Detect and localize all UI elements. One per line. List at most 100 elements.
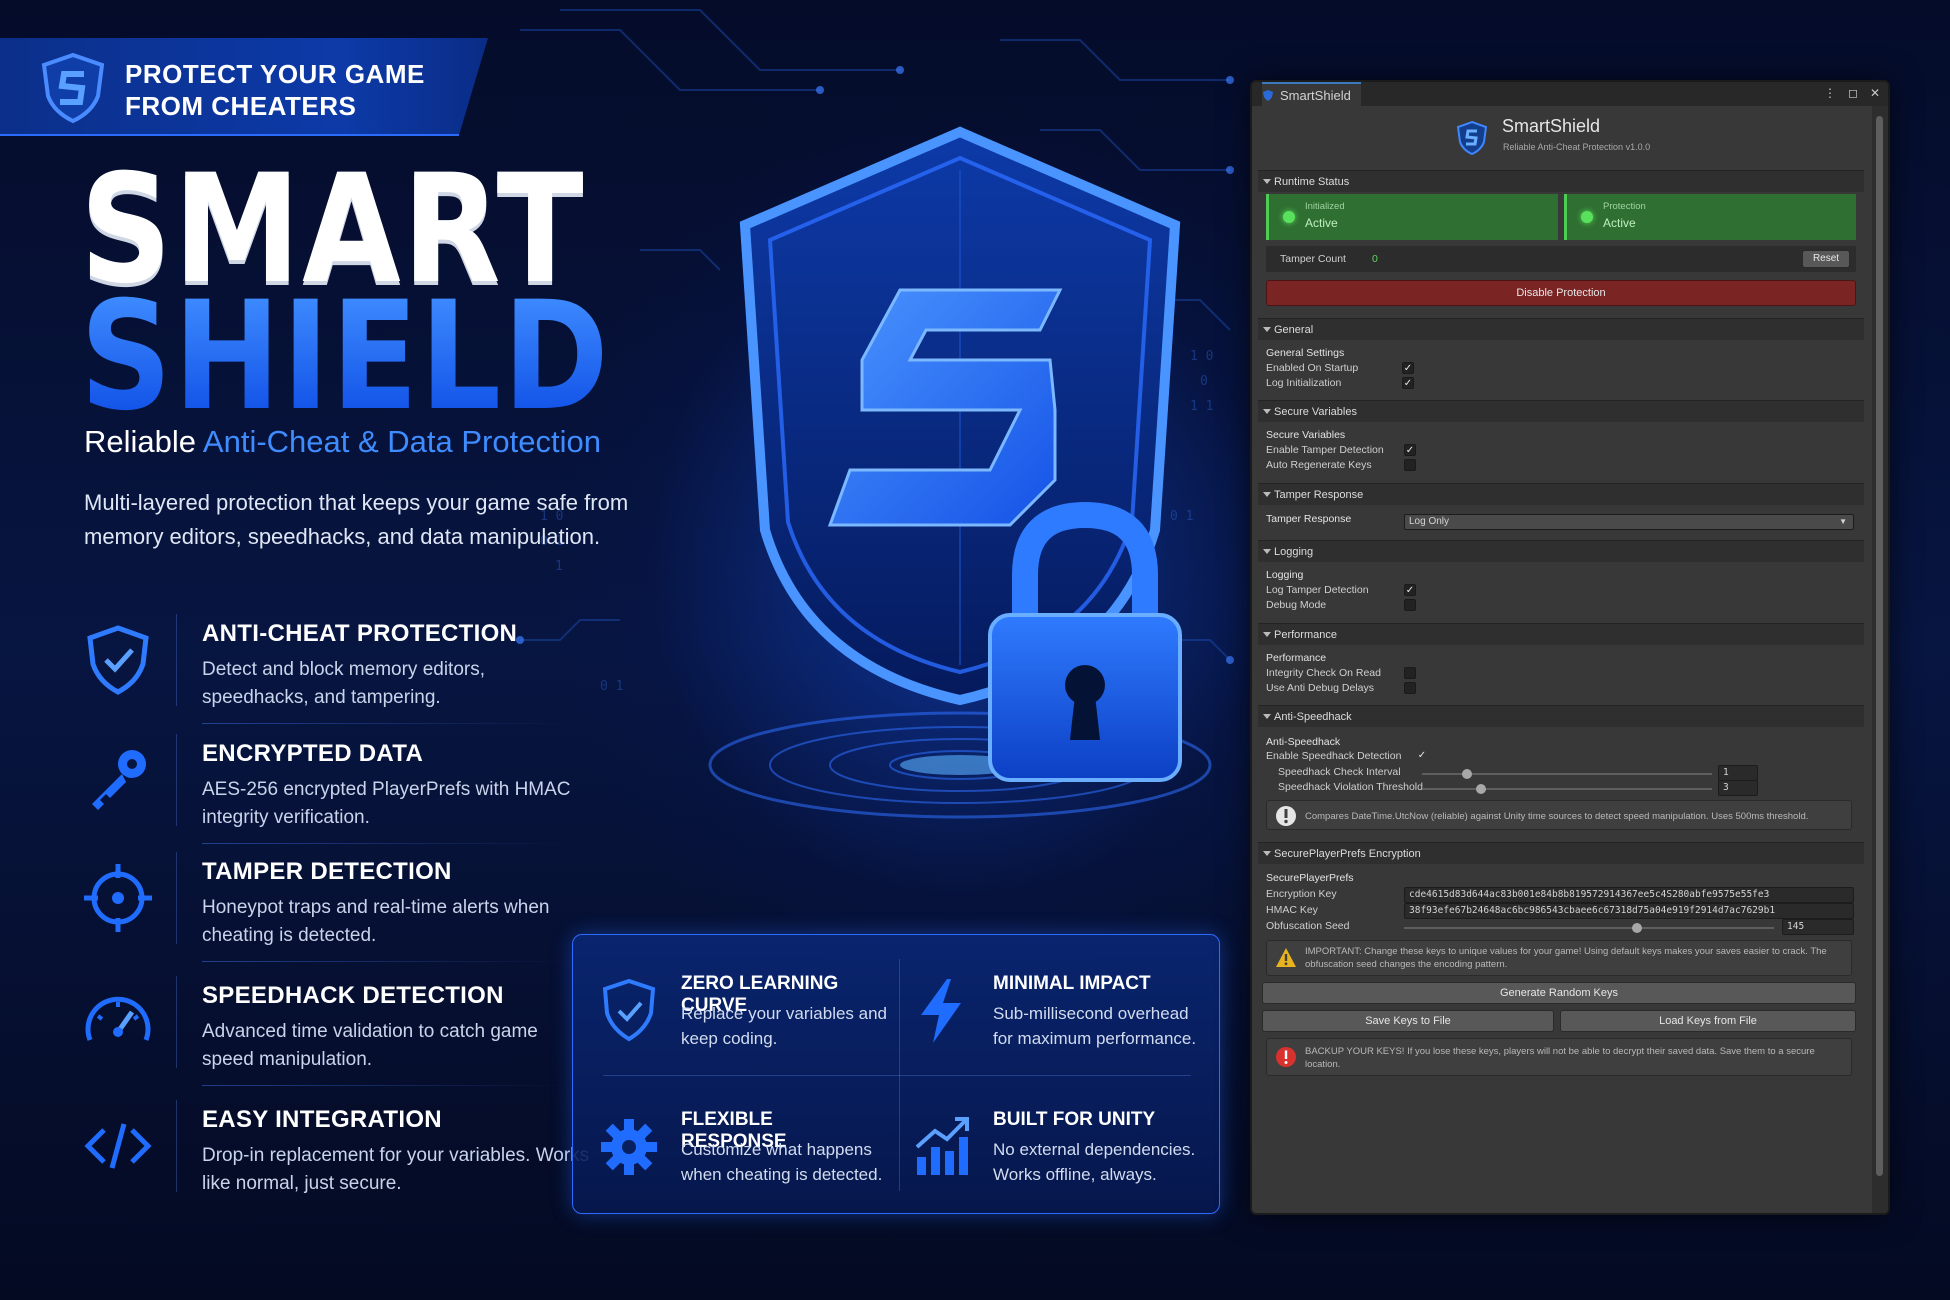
obfuscation-seed-input[interactable]: 145 (1782, 919, 1854, 935)
tamper-count-label: Tamper Count (1280, 253, 1346, 265)
info-icon (1276, 806, 1296, 826)
status-value: Active (1603, 216, 1636, 230)
log-tamper-detection-label: Log Tamper Detection (1266, 584, 1369, 596)
subtitle-accent: Anti-Cheat & Data Protection (202, 424, 601, 459)
section-general[interactable]: General (1258, 318, 1864, 340)
smartshield-tab-icon (1263, 89, 1273, 101)
benefit-title: BUILT FOR UNITY (993, 1109, 1156, 1130)
section-encryption[interactable]: SecurePlayerPrefs Encryption (1258, 842, 1864, 864)
disable-protection-button[interactable]: Disable Protection (1266, 280, 1856, 306)
save-keys-button[interactable]: Save Keys to File (1262, 1010, 1554, 1032)
feature-speedhack-detection: SPEEDHACK DETECTION Advanced time valida… (80, 976, 580, 1086)
benefit-zero-learning-curve: ZERO LEARNING CURVE Replace your variabl… (573, 969, 887, 1069)
speedhack-info-box: Compares DateTime.UtcNow (reliable) agai… (1266, 800, 1852, 830)
backup-error-text: BACKUP YOUR KEYS! If you lose these keys… (1305, 1046, 1815, 1070)
speedhack-threshold-label: Speedhack Violation Threshold (1278, 781, 1423, 793)
code-icon (84, 1123, 152, 1169)
keys-warning-text: IMPORTANT: Change these keys to unique v… (1305, 946, 1827, 970)
status-label: Protection (1603, 201, 1646, 212)
integrity-check-label: Integrity Check On Read (1266, 667, 1381, 679)
kebab-menu-icon[interactable]: ⋮ (1824, 86, 1836, 100)
enabled-on-startup-checkbox[interactable]: ✓ (1402, 362, 1414, 374)
section-performance[interactable]: Performance (1258, 623, 1864, 645)
speedhack-interval-label: Speedhack Check Interval (1278, 766, 1401, 778)
load-keys-button[interactable]: Load Keys from File (1560, 1010, 1856, 1032)
feature-title: ENCRYPTED DATA (202, 740, 424, 767)
lightning-icon (921, 979, 961, 1043)
anti-speedhack-group-label: Anti-Speedhack (1266, 736, 1341, 748)
maximize-icon[interactable]: ◻ (1848, 86, 1858, 100)
shield-check-icon (87, 625, 149, 695)
banner-line-1: PROTECT YOUR GAME (125, 59, 425, 89)
feature-text: Drop-in replacement for your variables. … (202, 1145, 590, 1194)
anti-debug-checkbox[interactable] (1404, 682, 1416, 694)
backup-error-box: BACKUP YOUR KEYS! If you lose these keys… (1266, 1038, 1852, 1076)
smartshield-editor-window: SmartShield ⋮ ◻ ✕ SmartShield Reliable A… (1250, 80, 1890, 1215)
benefit-title: MINIMAL IMPACT (993, 973, 1151, 994)
section-tamper-response[interactable]: Tamper Response (1258, 483, 1864, 505)
section-anti-speedhack[interactable]: Anti-Speedhack (1258, 705, 1864, 727)
speedhack-threshold-slider[interactable] (1422, 784, 1712, 794)
error-icon (1276, 1047, 1296, 1067)
enable-tamper-detection-checkbox[interactable]: ✓ (1404, 444, 1416, 456)
enable-tamper-detection-label: Enable Tamper Detection (1266, 444, 1384, 456)
feature-text: Detect and block memory editors, speedha… (202, 659, 486, 708)
tamper-response-dropdown[interactable]: Log Only ▼ (1404, 514, 1854, 530)
top-banner: PROTECT YOUR GAME FROM CHEATERS (0, 38, 488, 136)
speedhack-interval-input[interactable]: 1 (1718, 765, 1758, 781)
tamper-response-value: Log Only (1409, 516, 1450, 527)
status-protection: Protection Active (1564, 194, 1856, 240)
editor-title: SmartShield (1502, 116, 1601, 136)
feature-text: Advanced time validation to catch game s… (202, 1021, 538, 1070)
section-runtime-status[interactable]: Runtime Status (1258, 170, 1864, 192)
keys-warning-box: IMPORTANT: Change these keys to unique v… (1266, 940, 1852, 976)
benefit-text: No external dependencies. Works offline,… (993, 1140, 1196, 1184)
feature-text: AES-256 encrypted PlayerPrefs with HMAC … (202, 779, 571, 828)
tamper-count-value: 0 (1372, 253, 1378, 265)
warning-icon (1276, 948, 1296, 967)
encryption-key-field[interactable]: cde4615d83d644ac83b001e84b8b819572914367… (1404, 887, 1854, 903)
log-initialization-checkbox[interactable]: ✓ (1402, 377, 1414, 389)
benefit-text: Customize what happens when cheating is … (681, 1140, 883, 1184)
performance-group-label: Performance (1266, 652, 1327, 664)
section-secure-variables[interactable]: Secure Variables (1258, 400, 1864, 422)
encryption-key-label: Encryption Key (1266, 888, 1337, 900)
auto-regenerate-keys-label: Auto Regenerate Keys (1266, 459, 1372, 471)
svg-text:1: 1 (555, 559, 563, 574)
close-icon[interactable]: ✕ (1870, 86, 1880, 100)
window-tab-title: SmartShield (1280, 87, 1351, 103)
slider-handle[interactable] (1476, 784, 1486, 794)
enable-speedhack-label: Enable Speedhack Detection (1266, 750, 1402, 762)
enable-speedhack-checkbox[interactable]: ✓ (1416, 750, 1428, 762)
benefit-built-for-unity: BUILT FOR UNITY No external dependencies… (885, 1105, 1195, 1205)
benefit-minimal-impact: MINIMAL IMPACT Sub-millisecond overhead … (885, 969, 1196, 1069)
integrity-check-checkbox[interactable] (1404, 667, 1416, 679)
window-tab[interactable]: SmartShield (1262, 82, 1361, 106)
crosshair-icon (84, 864, 152, 932)
tamper-response-label: Tamper Response (1266, 513, 1352, 525)
hmac-key-field[interactable]: 38f93efe67b24648ac6bc986543cbaee6c67318d… (1404, 903, 1854, 919)
generate-random-keys-button[interactable]: Generate Random Keys (1262, 982, 1856, 1004)
log-tamper-detection-checkbox[interactable]: ✓ (1404, 584, 1416, 596)
debug-mode-checkbox[interactable] (1404, 599, 1416, 611)
slider-handle[interactable] (1462, 769, 1472, 779)
feature-title: SPEEDHACK DETECTION (202, 982, 504, 1009)
speedhack-interval-slider[interactable] (1422, 769, 1712, 779)
benefit-text: Replace your variables and keep coding. (681, 1004, 888, 1048)
general-settings-label: General Settings (1266, 347, 1345, 359)
obfuscation-seed-slider[interactable] (1404, 923, 1774, 933)
editor-scrollbar[interactable] (1872, 106, 1888, 1213)
feature-easy-integration: EASY INTEGRATION Drop-in replacement for… (80, 1100, 589, 1210)
enabled-on-startup-label: Enabled On Startup (1266, 362, 1359, 374)
speedometer-icon (85, 996, 151, 1041)
slider-handle[interactable] (1632, 923, 1642, 933)
status-label: Initialized (1305, 201, 1345, 212)
speedhack-threshold-input[interactable]: 3 (1718, 780, 1758, 796)
chevron-down-icon: ▼ (1839, 517, 1847, 526)
status-dot-icon (1283, 211, 1295, 223)
section-logging[interactable]: Logging (1258, 540, 1864, 562)
auto-regenerate-keys-checkbox[interactable] (1404, 459, 1416, 471)
reset-button[interactable]: Reset (1802, 250, 1850, 268)
feature-anti-cheat: ANTI-CHEAT PROTECTION Detect and block m… (80, 614, 580, 724)
anti-debug-label: Use Anti Debug Delays (1266, 682, 1374, 694)
